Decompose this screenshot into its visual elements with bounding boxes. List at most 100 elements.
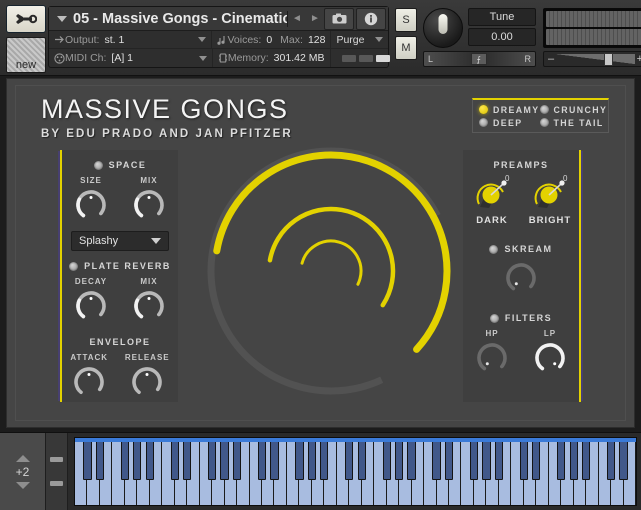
- instrument-menu-icon[interactable]: [57, 15, 67, 22]
- black-key[interactable]: [257, 438, 267, 480]
- black-key[interactable]: [606, 438, 616, 480]
- led-icon[interactable]: [489, 313, 499, 323]
- knob-dial[interactable]: [72, 365, 106, 399]
- mode-option-crunchy[interactable]: CRUNCHY: [539, 105, 608, 115]
- preset-name[interactable]: 05 - Massive Gongs - Cinematic Scap: [73, 10, 288, 27]
- mute-button[interactable]: M: [395, 36, 417, 60]
- black-key[interactable]: [83, 438, 92, 480]
- knob-dial[interactable]: [132, 188, 166, 222]
- skream-section-header[interactable]: SKREAM: [463, 244, 579, 254]
- mode-option-deep[interactable]: DEEP: [479, 118, 540, 128]
- chevron-down-icon[interactable]: [151, 238, 161, 244]
- black-key[interactable]: [95, 438, 105, 480]
- knob-hp[interactable]: HP: [475, 329, 509, 375]
- knob-preamp-dark[interactable]: 0 DARK: [469, 174, 515, 226]
- black-key[interactable]: [120, 438, 129, 480]
- black-key[interactable]: [557, 438, 566, 480]
- knob-preamp-bright[interactable]: 0 BRIGHT: [527, 174, 573, 226]
- black-key[interactable]: [208, 438, 217, 480]
- black-key[interactable]: [432, 438, 441, 480]
- knob-decay[interactable]: DECAY: [74, 277, 108, 323]
- black-key[interactable]: [382, 438, 391, 480]
- envelope-title: ENVELOPE: [89, 337, 151, 347]
- purge-menu[interactable]: Purge: [331, 31, 388, 48]
- triangle-down-icon[interactable]: [15, 481, 30, 489]
- knob-skream[interactable]: [504, 261, 538, 295]
- keyrange-handle-bottom[interactable]: [50, 481, 63, 487]
- knob-release[interactable]: RELEASE: [125, 353, 170, 399]
- knob-dial[interactable]: [132, 289, 166, 323]
- mode-option-the-tail[interactable]: THE TAIL: [539, 118, 608, 128]
- led-icon: [479, 118, 488, 127]
- black-key[interactable]: [270, 438, 279, 480]
- prev-preset-button[interactable]: ◄: [288, 13, 306, 24]
- output-chevron-down-icon[interactable]: [198, 37, 207, 42]
- next-preset-button[interactable]: ►: [306, 13, 324, 24]
- plate-reverb-knob-row: DECAY MIX: [62, 277, 178, 323]
- black-key[interactable]: [519, 438, 528, 480]
- volume-thumb[interactable]: [604, 53, 613, 66]
- knob-dial[interactable]: [74, 188, 108, 222]
- knob-dial[interactable]: [74, 289, 108, 323]
- snapshot-button[interactable]: [324, 7, 354, 30]
- knob-dial[interactable]: [504, 261, 538, 295]
- knob-attack[interactable]: ATTACK: [70, 353, 108, 399]
- info-button[interactable]: [356, 7, 386, 30]
- purge-chevron-down-icon[interactable]: [375, 37, 383, 42]
- black-key[interactable]: [582, 438, 591, 480]
- black-key[interactable]: [569, 438, 578, 480]
- black-key[interactable]: [482, 438, 491, 480]
- black-key[interactable]: [395, 438, 404, 480]
- black-key[interactable]: [345, 438, 354, 480]
- led-icon: [539, 105, 549, 114]
- knob-space-mix[interactable]: MIX: [132, 176, 166, 222]
- keyrange-handles[interactable]: [46, 433, 68, 510]
- output-select[interactable]: Output: st. 1: [49, 31, 213, 48]
- wrench-button[interactable]: [6, 5, 46, 33]
- knob-lp[interactable]: LP: [533, 329, 567, 375]
- led-icon[interactable]: [93, 160, 103, 170]
- octave-control[interactable]: +2: [0, 433, 46, 510]
- midi-chevron-down-icon[interactable]: [198, 55, 207, 61]
- knob-dial[interactable]: [130, 365, 164, 399]
- knob-plate-mix[interactable]: MIX: [132, 277, 166, 323]
- black-key[interactable]: [307, 438, 316, 480]
- knob-dial[interactable]: [475, 341, 509, 375]
- solo-button[interactable]: S: [395, 8, 417, 32]
- volume-slider[interactable]: – +: [543, 51, 641, 67]
- filters-section-header[interactable]: FILTERS: [463, 313, 579, 323]
- knob-size[interactable]: SIZE: [74, 176, 108, 222]
- midi-keyboard[interactable]: [74, 437, 637, 506]
- plate-reverb-section-header[interactable]: PLATE REVERB: [62, 261, 178, 271]
- pan-center-handle[interactable]: ⨍: [470, 53, 487, 65]
- keyrange-handle-top[interactable]: [50, 456, 63, 462]
- led-icon[interactable]: [489, 244, 499, 254]
- black-key[interactable]: [232, 438, 242, 480]
- black-key[interactable]: [619, 438, 628, 480]
- black-key[interactable]: [357, 438, 366, 480]
- knob-dial[interactable]: [533, 341, 567, 375]
- black-key[interactable]: [145, 438, 154, 480]
- new-instrument-button[interactable]: new: [6, 37, 46, 73]
- black-key[interactable]: [295, 438, 304, 480]
- midi-channel-select[interactable]: MIDI Ch: [A] 1: [49, 49, 213, 67]
- pan-slider[interactable]: L ⨍ R: [423, 51, 536, 67]
- tune-value[interactable]: 0.00: [468, 28, 536, 46]
- black-key[interactable]: [133, 438, 142, 480]
- triangle-up-icon[interactable]: [15, 454, 30, 462]
- black-key[interactable]: [170, 438, 179, 480]
- black-key[interactable]: [183, 438, 192, 480]
- space-preset-select[interactable]: Splashy: [71, 231, 169, 251]
- black-key[interactable]: [220, 438, 229, 480]
- black-key[interactable]: [494, 438, 503, 480]
- led-icon[interactable]: [69, 261, 79, 271]
- knob-icon: [76, 190, 106, 220]
- black-key[interactable]: [444, 438, 454, 480]
- black-key[interactable]: [407, 438, 416, 480]
- mode-option-dreamy[interactable]: DREAMY: [479, 105, 540, 115]
- black-key[interactable]: [469, 438, 479, 480]
- space-section-header[interactable]: SPACE: [62, 160, 178, 170]
- tune-knob[interactable]: [423, 8, 463, 48]
- black-key[interactable]: [320, 438, 329, 480]
- black-key[interactable]: [532, 438, 541, 480]
